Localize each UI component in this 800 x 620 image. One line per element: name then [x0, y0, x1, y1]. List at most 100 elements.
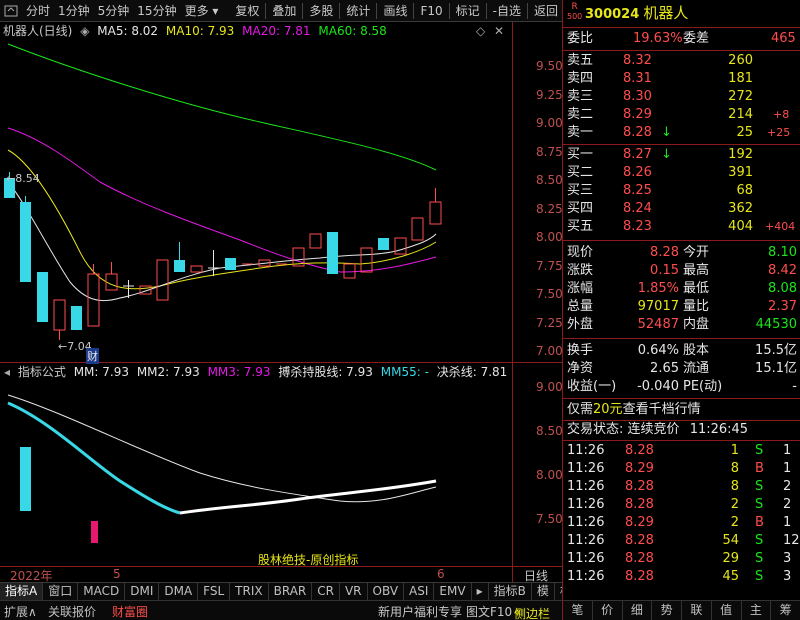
stat-label: 今开 [683, 245, 710, 260]
fortune-circle-link[interactable]: 财富圈 [112, 603, 148, 620]
overlay-button[interactable]: 叠加 [268, 0, 300, 22]
nav-price[interactable]: 价 [593, 601, 623, 620]
ask-volume: 260 [728, 53, 753, 68]
tab-template[interactable]: 模 [532, 583, 555, 600]
stock-name: 机器人 [643, 4, 689, 22]
indicator-chart[interactable] [0, 381, 512, 566]
bid-row[interactable]: 买二 8.26 391 [567, 164, 797, 182]
indicator-thin-line [7, 394, 437, 503]
indicator-name[interactable]: 指标公式 [18, 365, 66, 379]
bid-volume: 192 [728, 147, 753, 162]
tick-time: 11:26 [567, 515, 605, 530]
expand-button[interactable]: 扩展∧ [4, 603, 37, 620]
diamond-icon[interactable]: ◇ [476, 24, 485, 38]
ask-row[interactable]: 卖二 8.29 214 +8 [567, 106, 797, 124]
finance-badge[interactable]: 财 [86, 348, 99, 364]
main-chart-header: 机器人(日线) ◈ MA5: 8.02 MA10: 7.93 MA20: 7.8… [0, 22, 512, 42]
bid-volume: 391 [728, 165, 753, 180]
tick-side: S [755, 551, 764, 566]
ma-selector-icon[interactable]: ◈ [80, 24, 89, 38]
nav-trend[interactable]: 势 [652, 601, 682, 620]
bid-price: 8.27 [623, 147, 652, 162]
ytick: 7.75 [536, 259, 563, 273]
tab-asi[interactable]: ASI [404, 583, 435, 600]
ytick: 7.50 [536, 512, 563, 526]
bid-row[interactable]: 买三 8.25 68 [567, 182, 797, 200]
related-quotes-button[interactable]: 关联报价 [48, 603, 96, 620]
tab-obv[interactable]: OBV [368, 583, 405, 600]
ask-label: 卖三 [567, 89, 594, 104]
tab-indicator-a[interactable]: 指标A [0, 583, 44, 600]
promo-suffix: 查看千档行情 [622, 402, 701, 417]
nav-main-force[interactable]: 主 [742, 601, 772, 620]
period-tab-5min[interactable]: 5分钟 [94, 0, 134, 22]
ytick: 9.25 [536, 88, 563, 102]
tick-list[interactable]: 11:26 8.28 1 S 1 11:26 8.29 8 B 1 11:26 … [563, 442, 800, 588]
tab-window[interactable]: 窗口 [43, 583, 79, 600]
ask-volume: 272 [728, 89, 753, 104]
tab-macd[interactable]: MACD [78, 583, 126, 600]
status-bar: 扩展∧ 关联报价 财富圈 新用户福利专享 图文F10 侧边栏 « [0, 600, 562, 620]
stat-value: 0.64% [637, 343, 679, 358]
indicator-menu-icon[interactable]: ◂ [4, 365, 10, 379]
bid-delta: +404 [765, 220, 796, 233]
period-tab-1min[interactable]: 1分钟 [54, 0, 94, 22]
tab-cr[interactable]: CR [312, 583, 340, 600]
ask-row[interactable]: 卖四 8.31 181 [567, 70, 797, 88]
stock-header: 300024 机器人 [585, 4, 688, 22]
ytick: 9.00 [536, 380, 563, 394]
ask-row[interactable]: 卖一 8.28 ↓ 25 +25 [567, 124, 797, 142]
ma60-line [7, 43, 437, 171]
draw-line-button[interactable]: 画线 [379, 0, 411, 22]
stat-label: 量比 [683, 299, 710, 314]
nav-value[interactable]: 值 [712, 601, 742, 620]
tab-scroll-arrow[interactable]: ▸ [472, 583, 489, 600]
ma10-value: MA10: 7.93 [165, 24, 235, 38]
ask-row[interactable]: 卖五 8.32 260 [567, 52, 797, 70]
new-user-promo-link[interactable]: 新用户福利专享 [378, 603, 462, 620]
period-tab-timeshare[interactable]: 分时 [22, 0, 54, 22]
level2-promo-link[interactable]: 仅需20元查看千档行情 [567, 401, 701, 419]
back-button[interactable]: 返回 [530, 0, 562, 22]
bid-row[interactable]: 买四 8.24 362 [567, 200, 797, 218]
chevron-down-icon: ▾ [208, 3, 219, 18]
stat-value: 8.42 [768, 263, 797, 278]
tab-indicator-b[interactable]: 指标B [489, 583, 532, 600]
f10-link[interactable]: 图文F10 [466, 603, 512, 620]
statistics-button[interactable]: 统计 [342, 0, 374, 22]
tab-dma[interactable]: DMA [159, 583, 199, 600]
nav-chips[interactable]: 筹 [771, 601, 800, 620]
tab-dmi[interactable]: DMI [125, 583, 160, 600]
list-item: 11:26 8.28 1 S 1 [567, 442, 800, 460]
trade-state-row: 交易状态: 连续竞价 11:26:45 [567, 421, 748, 439]
close-icon[interactable]: ✕ [494, 24, 504, 38]
period-tab-more[interactable]: 更多 ▾ [181, 0, 223, 22]
r-sub: 500 [567, 12, 583, 21]
adjust-button[interactable]: 复权 [231, 0, 263, 22]
stat-value: - [792, 379, 797, 394]
nav-linked[interactable]: 联 [682, 601, 712, 620]
remove-watchlist-button[interactable]: -自选 [489, 0, 525, 22]
tab-brar[interactable]: BRAR [269, 583, 313, 600]
bid-volume: 404 [728, 219, 753, 234]
ask-price: 8.30 [623, 89, 652, 104]
weibi-row: 委比 19.63% 委差 465 [567, 30, 797, 48]
mark-button[interactable]: 标记 [452, 0, 484, 22]
expand-icon[interactable] [3, 3, 19, 19]
price-chart[interactable] [0, 42, 512, 362]
bid-row[interactable]: 买五 8.23 404 +404 [567, 218, 797, 236]
nav-detail[interactable]: 细 [623, 601, 653, 620]
tab-trix[interactable]: TRIX [230, 583, 269, 600]
ytick: 9.00 [536, 116, 563, 130]
promo-prefix: 仅需 [567, 402, 594, 417]
bid-row[interactable]: 买一 8.27 ↓ 192 [567, 146, 797, 164]
tab-vr[interactable]: VR [340, 583, 368, 600]
period-tab-15min[interactable]: 15分钟 [133, 0, 180, 22]
list-item: 11:26 8.28 54 S 12 [567, 532, 800, 550]
tab-emv[interactable]: EMV [434, 583, 472, 600]
ask-row[interactable]: 卖三 8.30 272 [567, 88, 797, 106]
multi-stock-button[interactable]: 多股 [305, 0, 337, 22]
nav-trades[interactable]: 笔 [563, 601, 593, 620]
tab-fsl[interactable]: FSL [198, 583, 231, 600]
f10-button[interactable]: F10 [416, 0, 446, 22]
